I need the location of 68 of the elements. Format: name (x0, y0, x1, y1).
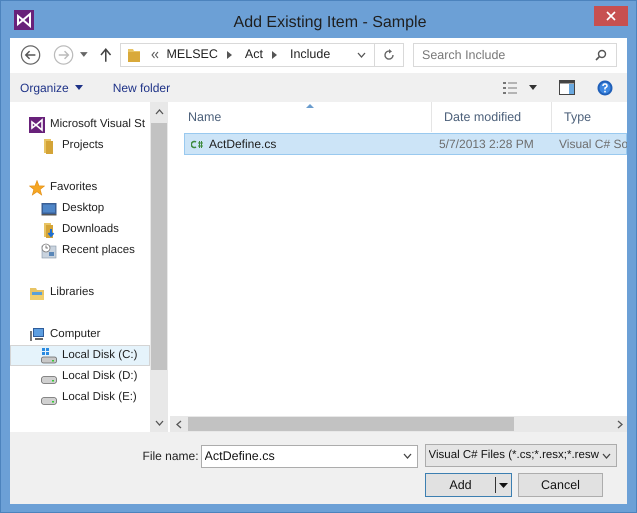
help-icon[interactable] (597, 80, 613, 96)
file-name-label: File name: (142, 448, 199, 464)
nav-item[interactable]: Favorites (10, 177, 150, 198)
nav-item[interactable]: Desktop (10, 198, 150, 219)
file-name: ActDefine.cs (209, 136, 276, 153)
date-modified: 5/7/2013 2:28 PM (439, 137, 534, 151)
up-icon[interactable] (100, 48, 112, 62)
nav-item[interactable]: Local Disk (D:) (10, 366, 150, 387)
column-header[interactable]: Date modified (444, 108, 522, 126)
nav-item[interactable]: Recent places (10, 240, 150, 261)
toolbar-button[interactable]: New folder (112, 78, 170, 96)
scroll-down-icon[interactable] (154, 420, 164, 426)
chevron-down-icon (602, 452, 611, 458)
close-button[interactable] (594, 6, 628, 26)
monitor-icon (41, 200, 57, 216)
search-icon (595, 48, 607, 60)
scroll-up-icon[interactable] (154, 109, 164, 115)
breadcrumb-item[interactable]: Act (244, 45, 263, 64)
cancel-button[interactable]: Cancel (518, 473, 603, 497)
breadcrumb-item[interactable]: Include (290, 45, 330, 64)
scrollbar[interactable] (150, 102, 168, 432)
chevron-down-icon[interactable] (357, 52, 366, 58)
clock-document-icon (41, 242, 57, 258)
organize-menu[interactable]: Organize (20, 78, 83, 96)
column-header[interactable]: Type (564, 108, 592, 126)
close-icon (606, 11, 616, 21)
window-title: Add Existing Item - Sample (232, 13, 428, 33)
nav-item[interactable]: Microsoft Visual St (10, 114, 150, 135)
drive-icon (41, 396, 57, 404)
separator-arrow-icon[interactable] (272, 50, 277, 58)
overflow-chevron-icon[interactable] (150, 50, 158, 58)
computer-icon (29, 326, 45, 342)
folder-icon (126, 46, 140, 62)
drive-icon (41, 376, 57, 384)
app-logo-icon (14, 10, 34, 30)
nav-item[interactable]: Computer (10, 324, 150, 345)
nav-item[interactable]: Libraries (10, 282, 150, 303)
search-field[interactable]: Search Include (413, 42, 617, 66)
add-split-button[interactable]: Add (425, 473, 512, 497)
breadcrumb-item[interactable]: MELSEC (166, 45, 218, 64)
logo-icon (29, 116, 45, 132)
dropdown-icon[interactable] (529, 85, 537, 90)
star-icon (29, 180, 45, 196)
nav-item[interactable]: Local Disk (C:) (10, 345, 150, 366)
dropdown-icon[interactable] (499, 482, 508, 488)
nav-item[interactable]: Downloads (10, 219, 150, 240)
nav-item[interactable]: Local Disk (E:) (10, 387, 150, 408)
view-list-icon[interactable] (503, 82, 517, 94)
file-type-dropdown[interactable]: Visual C# Files (*.cs;*.resx;*.resw (424, 444, 617, 467)
sort-arrow-icon (306, 104, 314, 108)
scrollbar-thumb[interactable] (151, 123, 167, 370)
file-name-field[interactable]: ActDefine.cs (200, 444, 418, 468)
scroll-right-icon[interactable] (617, 420, 623, 428)
scrollbar-thumb[interactable] (188, 417, 514, 431)
separator-arrow-icon[interactable] (226, 50, 232, 58)
scroll-left-icon[interactable] (176, 420, 182, 428)
chevron-down-icon[interactable] (402, 453, 412, 459)
preview-pane-icon[interactable] (559, 80, 575, 95)
horizontal-scrollbar[interactable] (170, 416, 627, 432)
column-header[interactable]: Name (188, 108, 222, 126)
refresh-icon[interactable] (383, 48, 395, 60)
dropdown-icon (74, 85, 83, 90)
windows-drive-icon (41, 348, 57, 364)
address-bar[interactable]: MELSEC Act Include (120, 42, 404, 66)
csharp-file-icon (191, 140, 203, 148)
nav-item[interactable]: Projects (10, 135, 150, 156)
folder-download-icon (41, 222, 57, 238)
back-icon[interactable] (20, 44, 42, 66)
